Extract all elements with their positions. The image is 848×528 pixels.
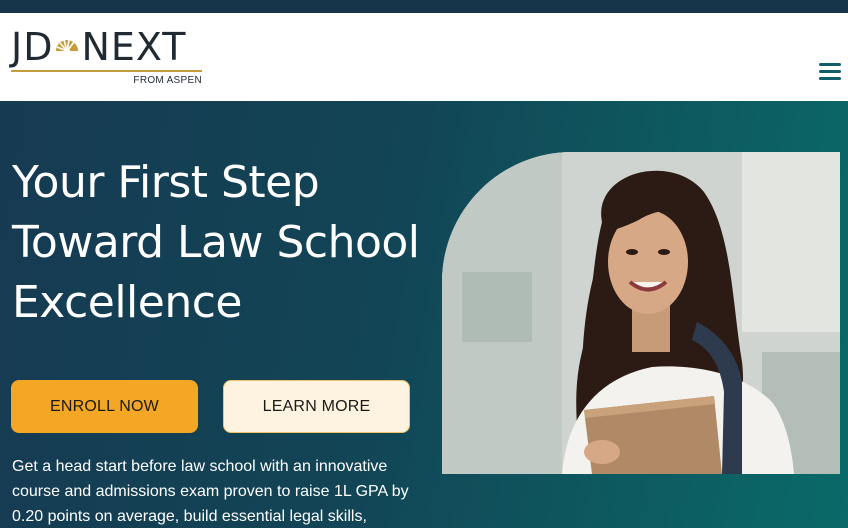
student-photo <box>442 152 840 474</box>
top-strip <box>0 0 848 13</box>
sun-icon <box>53 27 81 67</box>
logo-next: NEXT <box>81 25 187 69</box>
logo-jd: JD <box>11 25 54 69</box>
enroll-now-button[interactable]: ENROLL NOW <box>11 380 198 433</box>
menu-bar <box>819 77 841 80</box>
student-illustration <box>442 152 840 474</box>
headline-line: Toward Law School <box>12 217 420 268</box>
logo-underline <box>11 70 202 72</box>
menu-bar <box>819 70 841 73</box>
logo-subtitle: FROM ASPEN <box>133 75 202 86</box>
hero-section: Your First Step Toward Law School Excell… <box>0 101 848 528</box>
site-header: JD NEXT FROM ASPEN <box>0 13 848 101</box>
learn-more-button[interactable]: LEARN MORE <box>223 380 410 433</box>
headline-line: Excellence <box>12 277 243 328</box>
logo-wordmark: JD NEXT <box>11 27 186 67</box>
menu-bar <box>819 63 841 66</box>
headline-line: Your First Step <box>12 157 320 208</box>
hero-description: Get a head start before law school with … <box>12 458 409 525</box>
jd-next-logo[interactable]: JD NEXT FROM ASPEN <box>11 27 206 87</box>
hero-headline: Your First Step Toward Law School Excell… <box>12 153 432 333</box>
hamburger-menu-icon[interactable] <box>817 60 843 82</box>
